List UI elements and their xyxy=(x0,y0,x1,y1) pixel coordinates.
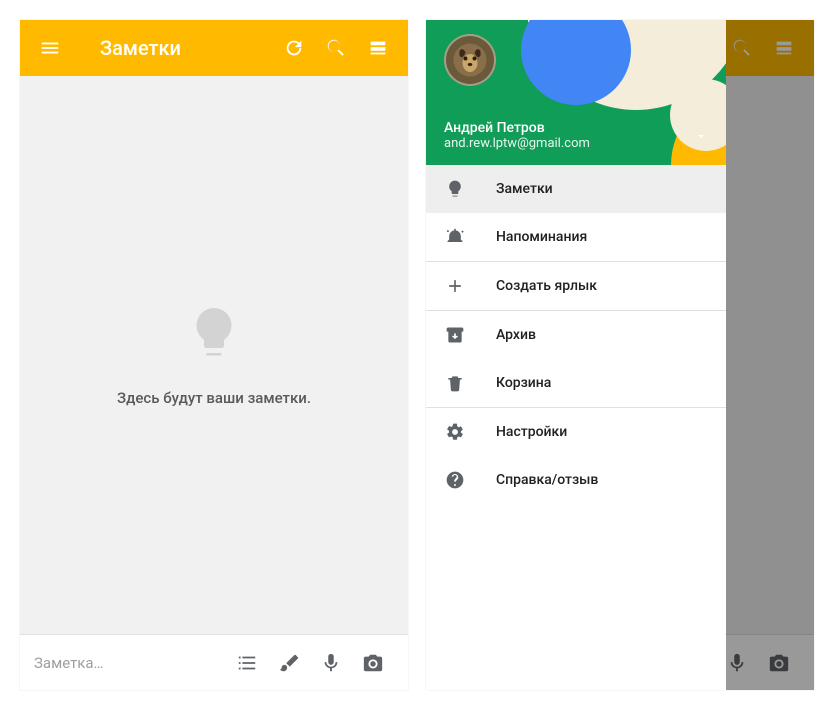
drawer-item-notes[interactable]: Заметки xyxy=(426,165,726,213)
chevron-down-icon xyxy=(694,129,708,143)
account-email: and.rew.lptw@gmail.com xyxy=(444,136,708,151)
new-drawing-button[interactable] xyxy=(268,642,310,684)
plus-icon xyxy=(444,276,466,296)
bulb-illustration xyxy=(184,303,244,367)
empty-state: Здесь будут ваши заметки. xyxy=(20,76,408,634)
view-toggle-button[interactable] xyxy=(360,30,396,66)
drawer-item-label: Создать ярлык xyxy=(496,278,597,294)
app-bar: Заметки xyxy=(20,20,408,76)
bulb-icon xyxy=(444,179,466,199)
account-dropdown-button[interactable] xyxy=(694,128,708,147)
drawer-item-label: Корзина xyxy=(496,375,551,391)
account-info[interactable]: Андрей Петров and.rew.lptw@gmail.com xyxy=(444,120,708,151)
avatar-dog-icon xyxy=(452,42,488,78)
navigation-drawer: Андрей Петров and.rew.lptw@gmail.com Зам… xyxy=(426,20,726,690)
checklist-icon xyxy=(236,652,258,674)
phone-screen-notes: Заметки Здесь будут ваши заметки. Заметк… xyxy=(20,20,408,690)
search-button[interactable] xyxy=(318,30,354,66)
drawer-item-label: Архив xyxy=(496,327,536,343)
drawer-header: Андрей Петров and.rew.lptw@gmail.com xyxy=(426,20,726,165)
drawer-item-help[interactable]: Справка/отзыв xyxy=(426,456,726,504)
drawer-item-archive[interactable]: Архив xyxy=(426,311,726,359)
gear-icon xyxy=(444,422,466,442)
account-name: Андрей Петров xyxy=(444,120,708,136)
brush-icon xyxy=(278,652,300,674)
drawer-item-label: Настройки xyxy=(496,424,567,440)
drawer-item-reminders[interactable]: Напоминания xyxy=(426,213,726,261)
refresh-icon xyxy=(283,37,305,59)
archive-icon xyxy=(444,325,466,345)
phone-screen-drawer: Заметки xyxy=(426,20,814,690)
new-photo-button[interactable] xyxy=(352,642,394,684)
view-grid-icon xyxy=(367,37,389,59)
drawer-item-trash[interactable]: Корзина xyxy=(426,359,726,407)
help-icon xyxy=(444,470,466,490)
new-note-input[interactable]: Заметка… xyxy=(34,654,226,672)
reminder-icon xyxy=(444,227,466,247)
new-list-button[interactable] xyxy=(226,642,268,684)
drawer-item-settings[interactable]: Настройки xyxy=(426,408,726,456)
app-title: Заметки xyxy=(100,36,268,60)
camera-icon xyxy=(362,652,384,674)
microphone-icon xyxy=(320,652,342,674)
drawer-item-label: Напоминания xyxy=(496,229,587,245)
new-voice-button[interactable] xyxy=(310,642,352,684)
account-avatar[interactable] xyxy=(444,34,496,86)
trash-icon xyxy=(444,373,466,393)
drawer-list: Заметки Напоминания Создать ярлык Архив … xyxy=(426,165,726,690)
search-icon xyxy=(325,37,347,59)
drawer-item-label: Справка/отзыв xyxy=(496,472,598,488)
refresh-button[interactable] xyxy=(276,30,312,66)
menu-button[interactable] xyxy=(32,30,68,66)
drawer-item-create-label[interactable]: Создать ярлык xyxy=(426,262,726,310)
empty-state-text: Здесь будут ваши заметки. xyxy=(117,389,311,407)
hamburger-icon xyxy=(39,37,61,59)
bottom-bar: Заметка… xyxy=(20,634,408,690)
bulb-icon xyxy=(184,303,244,363)
drawer-item-label: Заметки xyxy=(496,181,553,197)
